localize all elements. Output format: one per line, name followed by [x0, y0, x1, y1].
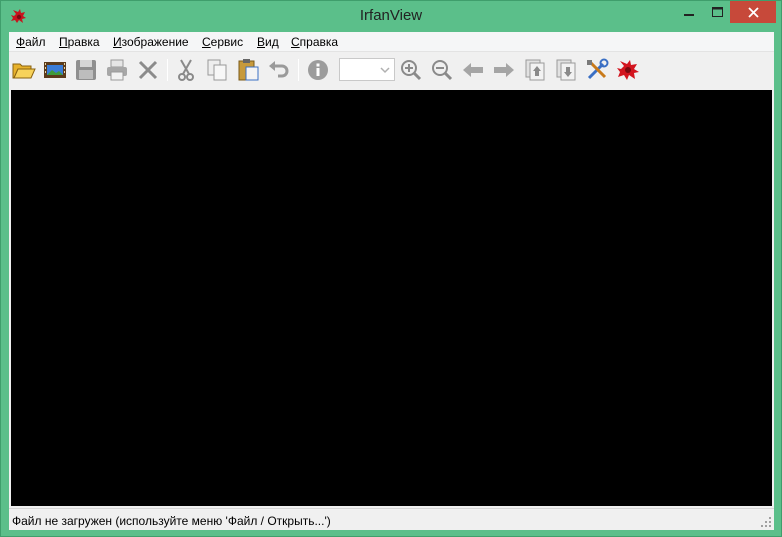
- menu-image[interactable]: Изображение: [113, 35, 189, 49]
- resize-grip-icon[interactable]: [760, 516, 772, 528]
- status-text: Файл не загружен (используйте меню 'Файл…: [12, 514, 331, 528]
- toolbar-separator: [167, 59, 168, 81]
- maximize-button[interactable]: [703, 1, 731, 23]
- zoom-out-icon: [432, 60, 453, 81]
- open-button[interactable]: [11, 57, 37, 83]
- previous-button[interactable]: [460, 57, 486, 83]
- menu-tools[interactable]: Сервис: [202, 35, 243, 49]
- settings-button[interactable]: [584, 57, 610, 83]
- menu-edit[interactable]: Правка: [59, 35, 100, 49]
- cut-button[interactable]: [173, 57, 199, 83]
- delete-icon: [138, 60, 158, 80]
- image-canvas[interactable]: [11, 90, 772, 506]
- toolbar-separator: [298, 59, 299, 81]
- slideshow-icon: [44, 62, 66, 78]
- zoom-out-button[interactable]: [429, 57, 455, 83]
- irfanview-window: IrfanView Файл Правка Изображение Сервис…: [0, 0, 782, 537]
- info-button[interactable]: [305, 57, 331, 83]
- about-icon: [617, 60, 639, 80]
- toolbar: [9, 53, 774, 87]
- menu-file[interactable]: Файл: [16, 35, 46, 49]
- print-button[interactable]: [104, 57, 130, 83]
- window-title: IrfanView: [359, 7, 423, 24]
- previous-icon: [463, 63, 483, 77]
- maximize-icon: [711, 7, 723, 17]
- about-button[interactable]: [615, 57, 641, 83]
- info-icon: [308, 60, 328, 80]
- minimize-button[interactable]: [675, 1, 703, 23]
- zoom-in-button[interactable]: [398, 57, 424, 83]
- client-area: Файл Правка Изображение Сервис Вид Справ…: [9, 32, 774, 530]
- first-page-icon: [525, 59, 545, 81]
- status-bar: Файл не загружен (используйте меню 'Файл…: [9, 508, 774, 530]
- undo-icon: [269, 61, 289, 78]
- zoom-combo[interactable]: [339, 58, 395, 81]
- menu-view[interactable]: Вид: [257, 35, 279, 49]
- next-button[interactable]: [491, 57, 517, 83]
- paste-button[interactable]: [235, 57, 261, 83]
- zoom-in-icon: [401, 60, 422, 81]
- copy-button[interactable]: [204, 57, 230, 83]
- menu-help[interactable]: Справка: [291, 35, 338, 49]
- last-page-icon: [556, 59, 576, 81]
- save-button[interactable]: [73, 57, 99, 83]
- chevron-down-icon: [380, 67, 390, 74]
- open-folder-icon: [12, 63, 36, 79]
- settings-icon: [587, 58, 609, 80]
- title-bar[interactable]: IrfanView: [1, 1, 781, 32]
- close-icon: [747, 6, 759, 18]
- delete-button[interactable]: [135, 57, 161, 83]
- menu-bar: Файл Правка Изображение Сервис Вид Справ…: [9, 32, 774, 52]
- print-icon: [107, 59, 127, 81]
- cut-icon: [178, 59, 194, 81]
- close-button[interactable]: [730, 1, 776, 23]
- last-page-button[interactable]: [553, 57, 579, 83]
- slideshow-button[interactable]: [42, 57, 68, 83]
- next-icon: [494, 63, 514, 77]
- copy-icon: [207, 59, 227, 81]
- paste-icon: [238, 59, 259, 81]
- undo-button[interactable]: [266, 57, 292, 83]
- minimize-icon: [684, 14, 694, 16]
- save-icon: [76, 60, 96, 80]
- first-page-button[interactable]: [522, 57, 548, 83]
